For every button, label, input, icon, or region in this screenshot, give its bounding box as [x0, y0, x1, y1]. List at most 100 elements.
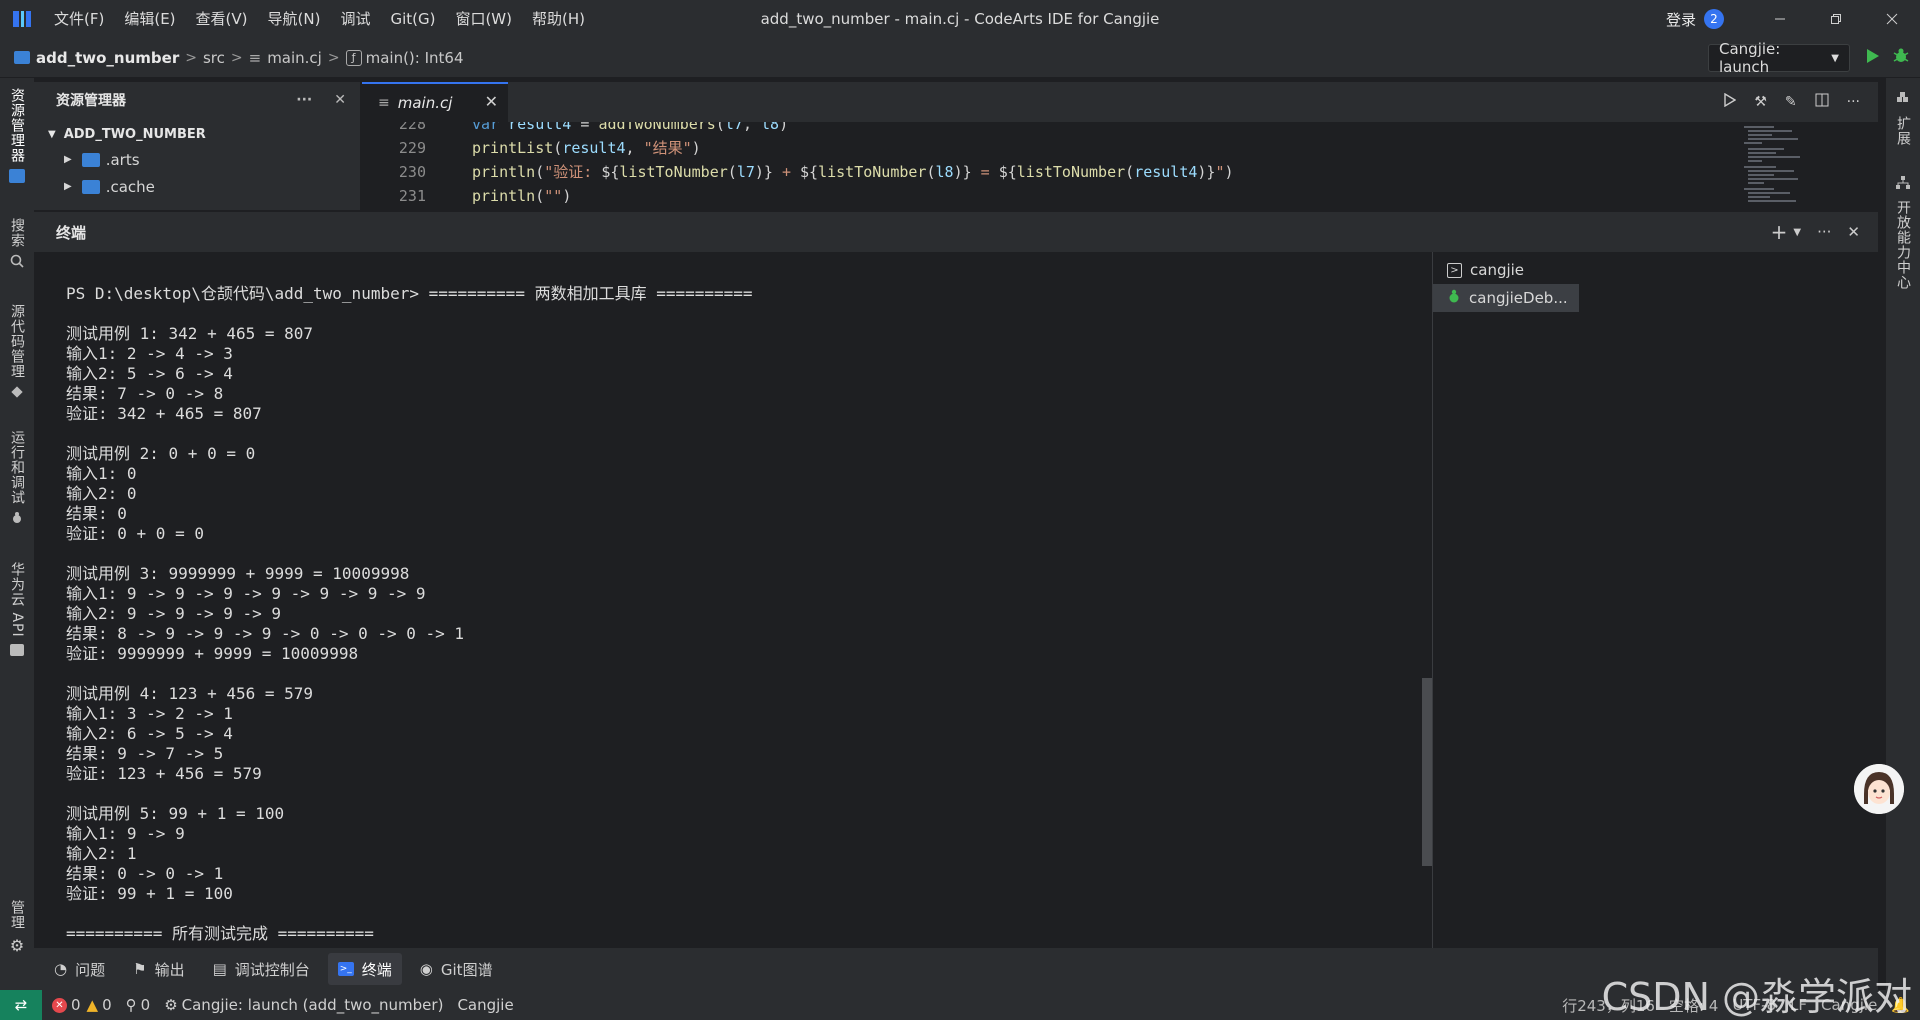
menu-debug[interactable]: 调试	[330, 0, 380, 38]
menu-navigate[interactable]: 导航(N)	[258, 0, 331, 38]
status-warnings-count: 0	[102, 996, 112, 1014]
code-view[interactable]: 228 var result4 = addTwoNumbers(l7, l8) …	[362, 122, 1742, 210]
split-editor-icon[interactable]	[1815, 93, 1829, 111]
terminal-output[interactable]: PS D:\desktop\仓颉代码\add_two_number> =====…	[34, 252, 1432, 948]
chevron-right-icon: ▶	[64, 154, 72, 165]
status-lang-server[interactable]: Cangjie	[457, 996, 513, 1014]
terminal-item-debug[interactable]: cangjieDeb...	[1433, 284, 1579, 312]
restore-button[interactable]	[1808, 0, 1864, 38]
more-actions-icon[interactable]: ···	[296, 92, 312, 108]
caret-down-icon: ▼	[1831, 52, 1839, 64]
close-icon[interactable]: ✕	[334, 92, 346, 108]
scrollbar[interactable]	[1422, 678, 1432, 866]
minimize-button[interactable]	[1752, 0, 1808, 38]
status-encoding[interactable]: UTF-8	[1732, 996, 1776, 1014]
panel-header: 终端 + ▼ ··· ✕	[34, 212, 1878, 252]
explorer-project-section[interactable]: ▼ ADD_TWO_NUMBER	[34, 122, 360, 146]
status-ports[interactable]: ⚲ 0	[126, 996, 151, 1014]
menu-window[interactable]: 窗口(W)	[445, 0, 522, 38]
terminal-line: 验证: 123 + 456 = 579	[66, 764, 262, 783]
more-actions-icon[interactable]: ···	[1817, 223, 1831, 241]
tab-problems[interactable]: ◔ 问题	[44, 953, 115, 985]
menu-help[interactable]: 帮助(H)	[522, 0, 595, 38]
more-actions-icon[interactable]: ···	[1847, 94, 1860, 110]
activity-open-capability[interactable]: 开放能力中心	[1886, 176, 1920, 290]
activity-extensions[interactable]: 扩展	[1886, 92, 1920, 146]
code-text: println("")	[472, 187, 572, 205]
status-cursor-position[interactable]: 行243，列16	[1562, 995, 1655, 1016]
flag-icon: ⚑	[133, 960, 147, 978]
function-icon: ƒ	[345, 49, 362, 66]
activity-run-debug[interactable]: 运行和调试	[0, 430, 34, 529]
login-button[interactable]: 登录	[1666, 9, 1696, 30]
terminal-line: 输入2: 1	[66, 844, 137, 863]
menu-view[interactable]: 查看(V)	[186, 0, 258, 38]
remote-icon[interactable]: ⇄	[0, 990, 42, 1020]
tab-output[interactable]: ⚑ 输出	[123, 953, 194, 985]
chevron-down-icon[interactable]: ▼	[1793, 227, 1801, 238]
activity-huawei-api[interactable]: 华为云 API	[0, 562, 34, 656]
run-icon[interactable]	[1866, 48, 1880, 68]
close-icon[interactable]: ✕	[485, 92, 498, 111]
activity-explorer[interactable]: 资源管理器	[0, 88, 34, 183]
close-window-button[interactable]	[1864, 0, 1920, 38]
tree-item-cache[interactable]: ▶ .cache	[34, 173, 360, 200]
tab-main-cj[interactable]: ≡ main.cj ✕	[362, 82, 508, 122]
status-launch-label: Cangjie: launch (add_two_number)	[181, 996, 444, 1014]
hammer-icon[interactable]: ⚒	[1754, 94, 1767, 110]
tab-label: 输出	[154, 960, 185, 979]
breadcrumb-project[interactable]: add_two_number	[14, 49, 179, 67]
terminal-icon: >_	[337, 962, 354, 976]
plus-icon[interactable]: +	[1771, 220, 1788, 244]
terminal-line: 结果: 9 -> 7 -> 5	[66, 744, 224, 763]
terminal-line: 验证: 0 + 0 = 0	[66, 524, 204, 543]
status-bar: ⇄ ✕ 0 ▲ 0 ⚲ 0 ⚙ Cangjie: launch (add_two…	[0, 990, 1920, 1020]
tab-terminal[interactable]: >_ 终端	[327, 953, 402, 985]
chevron-right-icon: ▶	[64, 181, 72, 192]
terminal-line: 输入2: 6 -> 5 -> 4	[66, 724, 233, 743]
tab-debug-console[interactable]: ▤ 调试控制台	[203, 953, 320, 985]
explorer-panel: 资源管理器 ··· ✕ ▼ ADD_TWO_NUMBER ▶ .arts ▶ .…	[34, 82, 360, 210]
tab-git-graph[interactable]: ◉ Git图谱	[410, 953, 503, 985]
activity-scm-label: 源代码管理	[9, 304, 25, 379]
breadcrumb: add_two_number > src > ≡ main.cj > ƒ mai…	[0, 38, 1920, 78]
bell-icon[interactable]: 🔔	[1891, 996, 1910, 1014]
close-icon[interactable]: ✕	[1847, 223, 1860, 241]
breadcrumb-project-label: add_two_number	[36, 48, 180, 67]
activity-search[interactable]: 搜索	[0, 218, 34, 272]
terminal-item-cangjie[interactable]: > cangjie	[1433, 256, 1579, 284]
folder-icon	[81, 152, 100, 167]
menu-git[interactable]: Git(G)	[380, 0, 445, 38]
title-bar: 文件(F) 编辑(E) 查看(V) 导航(N) 调试 Git(G) 窗口(W) …	[0, 0, 1920, 38]
edit-icon[interactable]: ✎	[1785, 94, 1797, 110]
explorer-project-label: ADD_TWO_NUMBER	[63, 126, 206, 142]
breadcrumb-symbol-label: main(): Int64	[365, 48, 464, 67]
search-icon	[10, 254, 24, 272]
status-eol[interactable]: LF	[1790, 996, 1807, 1014]
status-indentation[interactable]: 空格: 4	[1669, 995, 1718, 1016]
status-language-mode[interactable]: Cangjie	[1821, 996, 1877, 1014]
status-launch[interactable]: ⚙ Cangjie: launch (add_two_number)	[164, 996, 443, 1014]
folder-icon	[14, 51, 30, 64]
activity-scm[interactable]: 源代码管理	[0, 304, 34, 403]
breadcrumb-folder[interactable]: src	[203, 49, 225, 67]
notification-badge[interactable]: 2	[1704, 9, 1724, 29]
git-diamond-icon	[10, 385, 24, 403]
menu-edit[interactable]: 编辑(E)	[114, 0, 185, 38]
breadcrumb-file-label: main.cj	[267, 48, 322, 67]
activity-manage[interactable]: 管理 ⚙	[0, 900, 34, 955]
minimap[interactable]	[1742, 124, 1806, 210]
activity-open-capability-label: 开放能力中心	[1895, 200, 1911, 290]
breadcrumb-file[interactable]: ≡ main.cj	[249, 49, 322, 67]
terminal-line: 结果: 7 -> 0 -> 8	[66, 384, 224, 403]
breadcrumb-symbol[interactable]: ƒ main(): Int64	[345, 48, 464, 67]
status-problems[interactable]: ✕ 0 ▲ 0	[52, 996, 112, 1014]
panel-tabs: ◔ 问题 ⚑ 输出 ▤ 调试控制台 >_ 终端 ◉ Git图谱	[34, 948, 1878, 990]
launch-config-select[interactable]: Cangjie: launch ▼	[1708, 40, 1850, 76]
assistant-avatar[interactable]	[1854, 764, 1904, 814]
tree-item-arts[interactable]: ▶ .arts	[34, 146, 360, 173]
menu-file[interactable]: 文件(F)	[44, 0, 114, 38]
terminal-line: 测试用例 1: 342 + 465 = 807	[66, 324, 314, 343]
run-file-icon[interactable]	[1724, 92, 1737, 111]
debug-icon[interactable]	[1892, 47, 1910, 69]
